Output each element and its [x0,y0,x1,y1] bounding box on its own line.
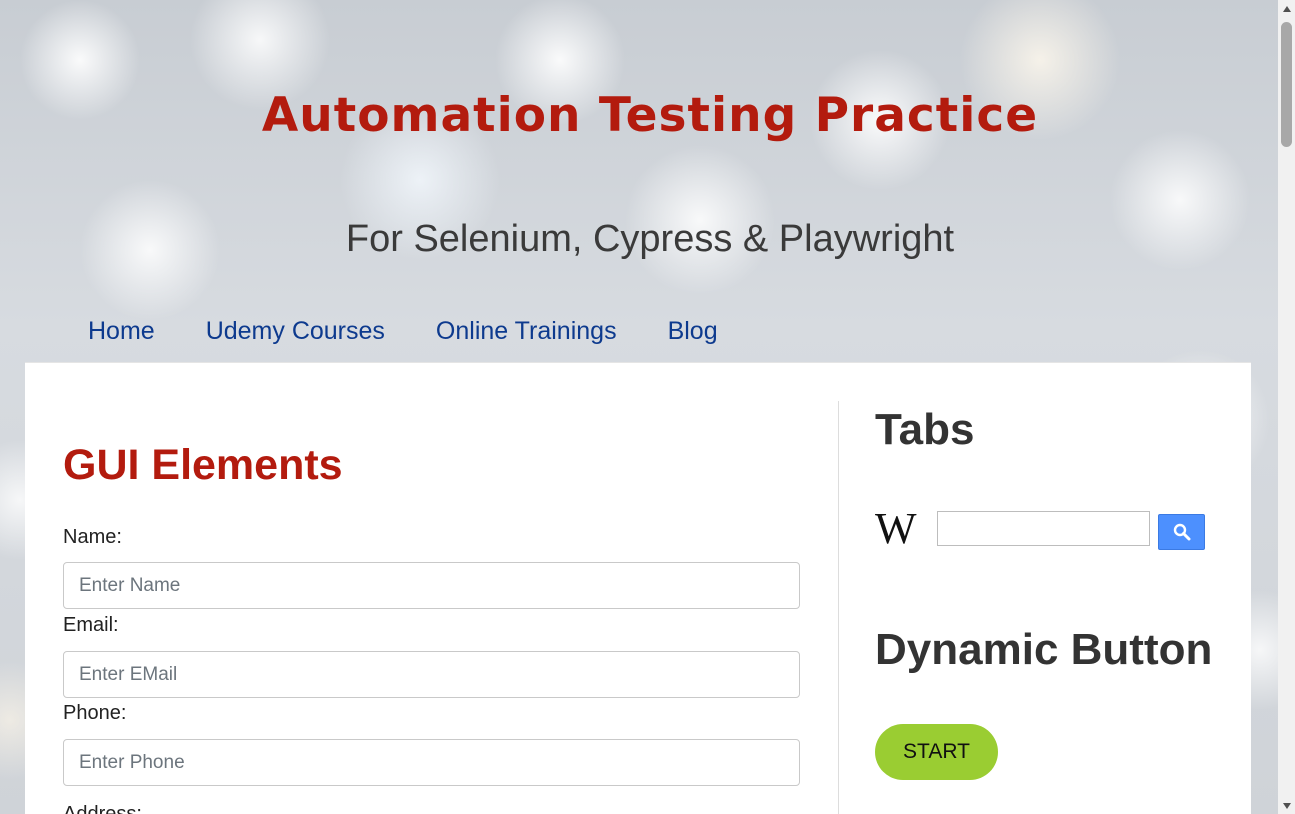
column-divider [838,401,839,814]
scrollbar-thumb[interactable] [1281,22,1292,147]
gui-elements-title: GUI Elements [63,441,343,489]
email-label: Email: [63,614,119,636]
nav-blog[interactable]: Blog [668,314,718,350]
tabs-title: Tabs [875,405,975,454]
phone-label: Phone: [63,702,127,724]
nav-home[interactable]: Home [88,314,155,350]
email-input[interactable] [63,651,800,698]
nav-online-trainings[interactable]: Online Trainings [436,314,617,350]
vertical-scrollbar[interactable] [1278,0,1295,814]
wikipedia-search-input[interactable] [937,511,1150,546]
phone-input[interactable] [63,739,800,786]
site-tagline: For Selenium, Cypress & Playwright [345,218,955,260]
start-button[interactable]: START [875,724,998,780]
search-icon [1173,523,1190,541]
scroll-down-arrow-icon[interactable] [1278,797,1295,814]
name-input[interactable] [63,562,800,609]
dynamic-button-title: Dynamic Button [875,625,1213,674]
name-label: Name: [63,526,122,548]
main-nav: Home Udemy Courses Online Trainings Blog [88,314,718,350]
site-title: Automation Testing Practice [261,88,1039,143]
wikipedia-search-button[interactable] [1158,514,1205,550]
wikipedia-logo-icon: W [875,504,917,553]
scroll-up-arrow-icon[interactable] [1278,0,1295,17]
nav-udemy-courses[interactable]: Udemy Courses [206,314,385,350]
address-label: Address: [63,803,142,814]
content-panel: GUI Elements Name: Email: Phone: Address… [25,362,1251,814]
